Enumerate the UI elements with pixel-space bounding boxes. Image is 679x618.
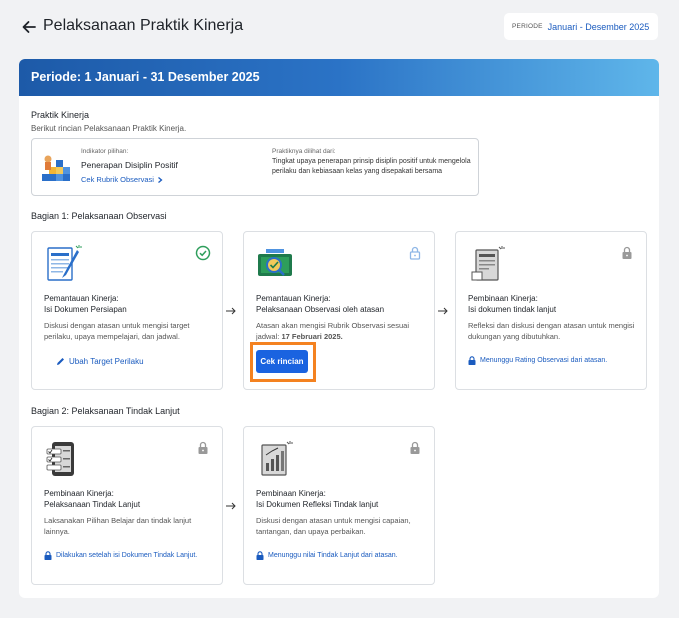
indicator-box: Indikator pilihan: Penerapan Disiplin Po… [31,138,479,196]
indicator-name: Penerapan Disiplin Positif [81,160,178,170]
card-title-line2: Isi dokumen tindak lanjut [468,305,557,314]
card-title-line1: Pembinaan Kinerja: [44,489,114,498]
observation-date: 17 Februari 2025. [281,332,343,341]
card-description: Diskusi dengan atasan untuk mengisi capa… [256,516,411,536]
back-arrow-icon[interactable] [20,18,38,36]
lock-small-icon [256,551,264,560]
chevron-right-icon [158,177,163,184]
checklist-phone-illustration-icon [46,442,74,476]
card-title-line1: Pembinaan Kinerja: [468,294,538,303]
waiting-status: Menunggu Rating Observasi dari atasan. [468,356,607,365]
lock-small-icon [44,551,52,560]
arrow-right-icon [226,307,236,315]
cek-rincian-button[interactable]: Cek rincian [256,350,308,373]
seen-description: Tingkat upaya penerapan prinsip disiplin… [272,158,471,175]
periode-badge: PERIODE Januari - Desember 2025 [504,13,658,40]
periode-value: Januari - Desember 2025 [547,21,650,32]
seen-label: Praktiknya dilihat dari: [272,148,336,155]
card-title-line2: Pelaksanaan Tindak Lanjut [44,500,141,509]
card-title-line1: Pemantauan Kinerja: [44,294,119,303]
lock-icon [410,441,420,454]
lock-icon [409,246,421,260]
discipline-illustration-icon [42,155,70,181]
main-panel: Periode: 1 Januari - 31 Desember 2025 Pr… [19,59,659,598]
bagian2-title: Bagian 2: Pelaksanaan Tindak Lanjut [31,406,180,416]
praktik-title: Praktik Kinerja [31,110,90,120]
top-bar: Pelaksanaan Praktik Kinerja PERIODE Janu… [0,0,679,58]
card-title-line1: Pembinaan Kinerja: [256,489,326,498]
lock-small-icon [468,356,476,365]
praktik-subtitle: Berikut rincian Pelaksanaan Praktik Kine… [31,124,187,133]
card-description: Laksanakan Pilihan Belajar dan tindak la… [44,516,192,536]
card-title-line2: Pelaksanaan Observasi oleh atasan [256,305,385,314]
waiting-status-text: Menunggu Rating Observasi dari atasan. [480,357,608,364]
report-chart-illustration-icon [261,441,293,476]
card-description: Atasan akan mengisi Rubrik Observasi ses… [256,320,428,342]
ubah-target-perilaku-link[interactable]: Ubah Target Perilaku [56,357,144,366]
rubrik-link-label: Cek Rubrik Observasi [81,175,154,184]
card-isi-dokumen-refleksi: Pembinaan Kinerja: Isi Dokumen Refleksi … [243,426,435,585]
ubah-target-perilaku-label: Ubah Target Perilaku [69,357,144,366]
card-title-line1: Pemantauan Kinerja: [256,294,331,303]
lock-icon [198,441,208,454]
card-pelaksanaan-tindak-lanjut: Pembinaan Kinerja: Pelaksanaan Tindak La… [31,426,223,585]
card-description: Diskusi dengan atasan untuk mengisi targ… [44,321,190,341]
card-isi-dokumen-tindak-lanjut: Pembinaan Kinerja: Isi dokumen tindak la… [455,231,647,390]
waiting-status: Dilakukan setelah isi Dokumen Tindak Lan… [44,551,197,560]
bagian1-title: Bagian 1: Pelaksanaan Observasi [31,211,167,221]
card-description: Refleksi dan diskusi dengan atasan untuk… [468,321,635,341]
document-illustration-icon [47,245,82,281]
document-gray-illustration-icon [471,246,505,281]
card-title-line2: Isi Dokumen Refleksi Tindak lanjut [256,500,379,509]
indicator-label: Indikator pilihan: [81,148,129,155]
card-title-line2: Isi Dokumen Persiapan [44,305,127,314]
waiting-status-text: Menunggu nilai Tindak Lanjut dari atasan… [268,552,398,559]
card-pelaksanaan-observasi: Pemantauan Kinerja: Pelaksanaan Observas… [243,231,435,390]
waiting-status: Menunggu nilai Tindak Lanjut dari atasan… [256,551,398,560]
pencil-icon [57,358,64,365]
arrow-right-icon [438,307,448,315]
page-title: Pelaksanaan Praktik Kinerja [43,17,244,34]
periode-label: PERIODE [512,23,543,30]
waiting-status-text: Dilakukan setelah isi Dokumen Tindak Lan… [56,552,198,559]
arrow-right-icon [226,502,236,510]
lock-icon [622,246,632,259]
panel-title: Periode: 1 Januari - 31 Desember 2025 [19,59,659,96]
card-isi-dokumen-persiapan: Pemantauan Kinerja: Isi Dokumen Persiapa… [31,231,223,390]
check-circle-icon [195,245,211,261]
rubrik-link[interactable]: Cek Rubrik Observasi [81,175,164,184]
observation-illustration-icon [258,249,292,276]
